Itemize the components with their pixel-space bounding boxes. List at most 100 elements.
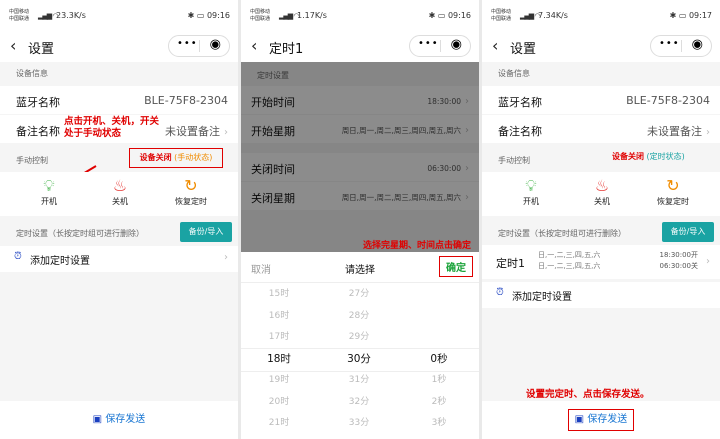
chevron-right-icon: ›: [706, 256, 710, 267]
minute-column[interactable]: 27分 28分 29分 30分 31分 32分 33分: [329, 284, 389, 435]
backup-import-button[interactable]: 备份/导入: [662, 222, 714, 242]
add-timer-row[interactable]: ⏰︎ 添加定时设置: [482, 282, 720, 308]
timer-group-times: 18:30:00开 06:30:00关: [659, 251, 698, 270]
on-button[interactable]: 💡︎ 开机: [506, 176, 556, 207]
minute-option: 28分: [348, 310, 370, 321]
more-dots-icon[interactable]: •••: [659, 38, 680, 49]
carrier-names: 中国移动 中国联通: [250, 9, 271, 22]
dim-overlay: [241, 62, 479, 252]
backup-import-button[interactable]: 备份/导入: [180, 222, 232, 242]
section-device-info: 设备信息: [498, 69, 530, 78]
phone-screen-settings-timer: 中国移动 中国联通 ▂▄▆ ◠ 7.34K/s ✱ ▭ 09:17 ‹ 设置 •…: [482, 0, 720, 439]
nav-bar: ‹ 定时1 ••• ◉: [241, 30, 479, 62]
hour-option: 16时: [268, 310, 290, 321]
close-target-icon[interactable]: ◉: [692, 37, 703, 52]
bluetooth-icon: ✱: [187, 11, 195, 20]
second-option-selected: 0秒: [430, 352, 448, 365]
section-timer: 定时设置（长按定时组可进行删除）: [498, 229, 626, 238]
back-arrow-icon[interactable]: ‹: [10, 36, 16, 55]
chevron-right-icon: ›: [224, 252, 228, 263]
second-option: 3秒: [431, 418, 447, 428]
carrier-names: 中国移动 中国联通: [9, 9, 30, 22]
capsule-divider: [199, 40, 200, 52]
status-bar: 中国移动 中国联通 ▂▄▆ ◠ 23.3K/s ✱ ▭ 09:16: [0, 0, 238, 30]
bluetooth-icon: ✱: [669, 11, 677, 20]
second-option: 2秒: [431, 396, 447, 407]
picker-cancel-button[interactable]: 取消: [251, 261, 271, 276]
second-option: 1秒: [431, 375, 447, 385]
bt-name-value: BLE-75F8-2304: [144, 94, 228, 107]
minute-option: 31分: [348, 375, 370, 385]
restore-timer-button[interactable]: ↻ 恢复定时: [166, 176, 216, 207]
page-title: 定时1: [269, 42, 304, 57]
picker-confirm-button[interactable]: 确定: [439, 256, 473, 277]
device-status-text: 设备关闭: [612, 152, 644, 161]
network-speed: 7.34K/s: [538, 11, 568, 20]
status-right: ✱ ▭ 09:16: [188, 11, 230, 20]
more-dots-icon[interactable]: •••: [418, 38, 439, 49]
close-target-icon[interactable]: ◉: [451, 37, 462, 52]
restore-timer-button[interactable]: ↻ 恢复定时: [648, 176, 698, 207]
phone-screen-timer-edit: 中国移动 中国联通 ▂▄▆ ◠ 1.17K/s ✱ ▭ 09:16 ‹ 定时1 …: [241, 0, 479, 439]
alarm-clock-icon: ⏰︎: [496, 287, 504, 298]
bluetooth-icon: ✱: [428, 11, 436, 20]
time-picker: 取消 请选择 确定 15时 16时 17时 18时 19时 20时 21时 27…: [241, 252, 479, 439]
refresh-icon: ↻: [666, 176, 680, 195]
second-column[interactable]: 0秒 1秒 2秒 3秒: [409, 284, 469, 435]
second-option: [409, 284, 469, 306]
second-option: [409, 327, 469, 349]
device-status-badge: 设备关闭 (定时状态): [612, 151, 685, 162]
page-title: 设置: [510, 42, 537, 57]
mini-program-capsule: ••• ◉: [650, 35, 712, 57]
back-arrow-icon[interactable]: ‹: [251, 36, 257, 55]
bt-name-row: 蓝牙名称 BLE-75F8-2304: [0, 86, 238, 114]
hour-option-selected: 18时: [267, 352, 291, 365]
more-dots-icon[interactable]: •••: [177, 38, 198, 49]
off-button[interactable]: ♨ 关机: [95, 176, 145, 207]
chevron-right-icon: ›: [706, 127, 710, 138]
timer-group-weeks: 日,一,二,三,四,五,六 日,一,二,三,四,五,六: [538, 251, 601, 270]
alias-value: 未设置备注 ›: [165, 125, 228, 138]
minute-option: 29分: [348, 332, 370, 342]
minute-option: 27分: [348, 289, 370, 299]
bell-off-icon: ♨: [594, 176, 610, 195]
chevron-right-icon: ›: [224, 127, 228, 138]
annotation-save: 设置完定时、点击保存发送。: [526, 389, 650, 400]
status-bar: 中国移动 中国联通 ▂▄▆ ◠ 7.34K/s ✱ ▭ 09:17: [482, 0, 720, 30]
picker-header: 取消 请选择 确定: [241, 252, 479, 283]
save-send-button[interactable]: ▣ 保存发送: [567, 409, 635, 431]
section-manual-control: 手动控制: [498, 156, 530, 165]
battery-icon: ▭: [437, 11, 446, 20]
carrier-names: 中国移动 中国联通: [491, 9, 512, 22]
annotation-picker: 选择完星期、时间点击确定: [362, 241, 471, 251]
off-button[interactable]: ♨ 关机: [577, 176, 627, 207]
page-title: 设置: [28, 42, 55, 57]
alias-label: 备注名称: [16, 125, 60, 138]
save-send-bar[interactable]: ▣ 保存发送: [0, 401, 238, 439]
status-right: ✱ ▭ 09:17: [670, 11, 712, 20]
refresh-icon: ↻: [184, 176, 198, 195]
add-timer-row[interactable]: ⏰︎ 添加定时设置 ›: [0, 246, 238, 272]
hour-option: 19时: [268, 375, 290, 385]
minute-option: 33分: [348, 418, 370, 428]
signal-icon: ▂▄▆ ◠: [520, 12, 541, 20]
capsule-divider: [440, 40, 441, 52]
picker-title: 请选择: [345, 265, 375, 276]
battery-icon: ▭: [678, 11, 687, 20]
hour-column[interactable]: 15时 16时 17时 18时 19时 20时 21时: [249, 284, 309, 435]
manual-buttons: 💡︎ 开机 ♨ 关机 ↻ 恢复定时: [482, 172, 720, 216]
annotation-manual: 点击开机、关机，开关处于手动状态: [64, 116, 160, 139]
save-send-bar: ▣ 保存发送: [482, 401, 720, 439]
on-button[interactable]: 💡︎ 开机: [24, 176, 74, 207]
status-right: ✱ ▭ 09:16: [429, 11, 471, 20]
bt-name-value: BLE-75F8-2304: [626, 94, 710, 107]
back-arrow-icon[interactable]: ‹: [492, 36, 498, 55]
battery-icon: ▭: [196, 11, 205, 20]
timer-group-row[interactable]: 定时1 日,一,二,三,四,五,六 日,一,二,三,四,五,六 18:30:00…: [482, 245, 720, 279]
save-send-label: 保存发送: [105, 414, 146, 425]
alias-row[interactable]: 备注名称 未设置备注 ›: [482, 115, 720, 143]
nav-bar: ‹ 设置 ••• ◉: [482, 30, 720, 62]
status-time: 09:16: [206, 11, 230, 20]
mini-program-capsule: ••• ◉: [168, 35, 230, 57]
close-target-icon[interactable]: ◉: [210, 37, 221, 52]
